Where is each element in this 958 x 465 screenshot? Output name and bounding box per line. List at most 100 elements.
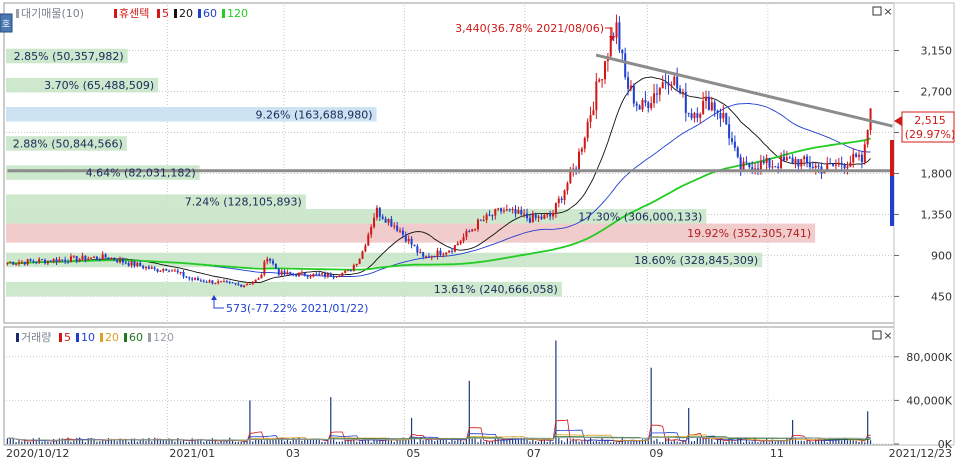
volume-bar (29, 442, 32, 444)
volume-bar (760, 442, 762, 444)
volume-bar (260, 439, 263, 444)
volume-bar (410, 417, 413, 444)
candle (20, 261, 23, 263)
candle (225, 281, 228, 283)
candle (745, 161, 748, 163)
candle (9, 262, 12, 264)
volume-bar (549, 440, 551, 444)
legend-swatch (174, 9, 177, 18)
candle (297, 272, 301, 277)
candle (664, 82, 667, 84)
candle (693, 113, 696, 119)
candle (537, 216, 540, 218)
volume-bar (607, 440, 609, 444)
candle (396, 225, 399, 231)
candle (774, 166, 777, 168)
candle (211, 280, 214, 284)
candle (459, 241, 462, 244)
candle (528, 218, 531, 223)
volume-bar (667, 437, 670, 444)
side-toggle-button[interactable]: 호 (0, 13, 13, 33)
volume-bar (572, 438, 574, 444)
volume-bar (338, 441, 341, 444)
candle (448, 250, 451, 253)
volume-bar (136, 441, 138, 444)
volume-bar (428, 439, 430, 444)
x-tick-label: 07 (527, 447, 541, 460)
volume-bar (208, 441, 211, 444)
volume-bar (552, 442, 554, 444)
candle (274, 263, 277, 269)
candle (748, 162, 751, 168)
candle (684, 91, 687, 113)
candle (191, 278, 194, 280)
candle (272, 260, 275, 264)
volume-bar (491, 441, 494, 444)
volume-bar (257, 439, 260, 444)
candle (260, 274, 263, 279)
maximize-icon[interactable] (872, 6, 882, 16)
candle (381, 216, 384, 219)
candle (730, 138, 734, 142)
volume-bar (757, 442, 759, 444)
candle (667, 82, 670, 86)
band-label: 2.88% (50,844,566) (13, 137, 123, 150)
candle (797, 159, 800, 167)
volume-bar (76, 437, 78, 444)
volume-bar (35, 441, 37, 444)
close-icon[interactable]: × (883, 5, 892, 18)
volume-bar (295, 440, 297, 444)
candle (702, 100, 705, 115)
candle (531, 214, 534, 223)
candle (430, 256, 433, 258)
maximize-icon[interactable] (872, 330, 882, 340)
candle (162, 269, 165, 271)
volume-bar (307, 439, 309, 444)
candle (733, 141, 736, 148)
candle (150, 267, 153, 269)
candle (335, 276, 338, 278)
candle (439, 250, 442, 256)
band-label: 4.64% (82,031,182) (86, 167, 196, 180)
candle (373, 217, 376, 227)
volume-bar (32, 438, 35, 444)
candle (341, 272, 344, 276)
volume-bar (12, 438, 14, 444)
candle (23, 261, 26, 265)
candle (17, 262, 21, 264)
y-axis-area (893, 2, 955, 446)
candle (352, 265, 355, 271)
candle (159, 270, 162, 272)
volume-bar (748, 441, 750, 444)
volume-bar (480, 439, 482, 444)
candle (485, 214, 488, 221)
close-icon[interactable]: × (883, 329, 892, 342)
volume-bar (613, 441, 615, 444)
candle (422, 252, 425, 257)
candle (292, 273, 295, 275)
candle (15, 263, 18, 265)
candle (843, 164, 846, 169)
legend-swatch (198, 9, 201, 18)
candle (49, 260, 52, 262)
candle (300, 272, 303, 274)
band-label: 3.70% (65,488,509) (44, 79, 154, 92)
volume-bar (234, 441, 237, 444)
candle (246, 284, 249, 286)
volume-bar (454, 440, 456, 444)
legend-label: 대기매물(10) (21, 7, 84, 20)
volume-bar (232, 440, 234, 444)
volume-bar (15, 442, 17, 444)
candle (251, 282, 254, 284)
volume-bar (618, 442, 621, 444)
candle (364, 245, 367, 252)
volume-bar (517, 439, 519, 444)
candle (785, 157, 788, 161)
candle (222, 281, 225, 283)
legend-label: 120 (153, 331, 174, 344)
volume-bar (855, 440, 857, 444)
volume-bar (537, 441, 540, 444)
legend-label: 5 (162, 7, 169, 20)
volume-bar (151, 441, 153, 444)
candle (188, 277, 191, 279)
